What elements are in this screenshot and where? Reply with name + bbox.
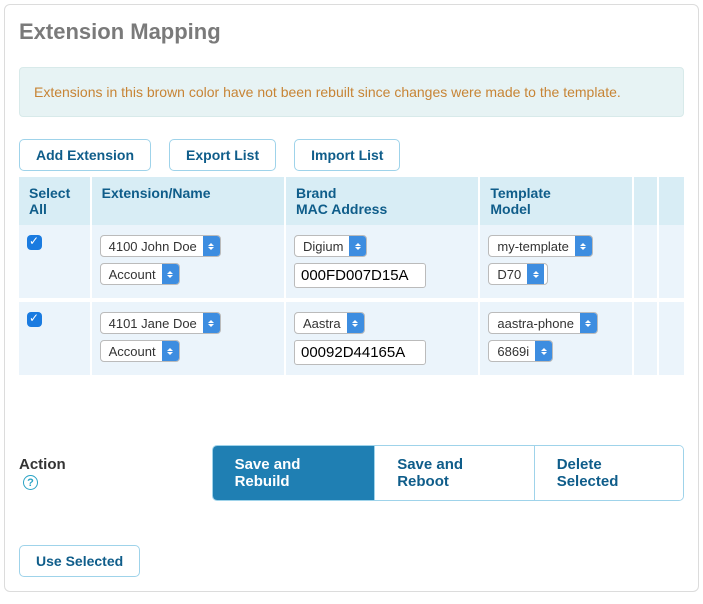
col-brand-label: Brand: [296, 185, 336, 201]
brand-select[interactable]: Digium: [294, 235, 367, 257]
col-select-label: Select All: [29, 185, 70, 217]
add-extension-button[interactable]: Add Extension: [19, 139, 151, 171]
col-spacer-1: [633, 177, 659, 225]
col-ext-label: Extension/Name: [102, 185, 211, 201]
action-row: Action ? Save and Rebuild Save and Reboo…: [19, 445, 684, 501]
save-and-rebuild-button[interactable]: Save and Rebuild: [213, 446, 376, 500]
account-value: Account: [101, 267, 162, 282]
brand-select[interactable]: Aastra: [294, 312, 365, 334]
extension-value: 4100 John Doe: [101, 239, 203, 254]
mac-address-input[interactable]: [294, 263, 426, 288]
mac-address-input[interactable]: [294, 340, 426, 365]
col-select-all[interactable]: Select All: [19, 177, 91, 225]
chevron-updown-icon: [347, 313, 364, 333]
model-value: 6869i: [489, 344, 535, 359]
footer: Use Selected: [19, 545, 684, 577]
account-select[interactable]: Account: [100, 263, 180, 285]
brand-value: Digium: [295, 239, 349, 254]
toolbar: Add Extension Export List Import List: [19, 139, 684, 171]
chevron-updown-icon: [575, 236, 592, 256]
template-value: aastra-phone: [489, 316, 580, 331]
page-title: Extension Mapping: [19, 19, 684, 45]
col-extension[interactable]: Extension/Name: [91, 177, 285, 225]
col-spacer-2: [658, 177, 684, 225]
action-segment: Save and Rebuild Save and Reboot Delete …: [212, 445, 684, 501]
action-label-wrap: Action ?: [19, 456, 86, 491]
account-select[interactable]: Account: [100, 340, 180, 362]
template-select[interactable]: aastra-phone: [488, 312, 598, 334]
chevron-updown-icon: [527, 264, 544, 284]
extension-table: Select All Extension/Name Brand MAC Addr…: [19, 177, 684, 375]
model-value: D70: [489, 267, 527, 282]
brand-value: Aastra: [295, 316, 347, 331]
extension-select[interactable]: 4100 John Doe: [100, 235, 221, 257]
col-template-label: Template: [490, 185, 550, 201]
chevron-updown-icon: [203, 236, 220, 256]
model-select[interactable]: D70: [488, 263, 548, 285]
chevron-updown-icon: [203, 313, 220, 333]
chevron-updown-icon: [162, 264, 179, 284]
extension-select[interactable]: 4101 Jane Doe: [100, 312, 221, 334]
extension-mapping-panel: Extension Mapping Extensions in this bro…: [4, 4, 699, 592]
rebuild-notice: Extensions in this brown color have not …: [19, 67, 684, 117]
col-model-label: Model: [490, 201, 530, 217]
delete-selected-button[interactable]: Delete Selected: [535, 446, 683, 500]
extension-value: 4101 Jane Doe: [101, 316, 203, 331]
account-value: Account: [101, 344, 162, 359]
row-checkbox[interactable]: [27, 235, 42, 250]
export-list-button[interactable]: Export List: [169, 139, 276, 171]
import-list-button[interactable]: Import List: [294, 139, 400, 171]
action-label: Action: [19, 456, 66, 473]
chevron-updown-icon: [349, 236, 366, 256]
template-select[interactable]: my-template: [488, 235, 593, 257]
help-icon[interactable]: ?: [23, 475, 38, 490]
save-and-reboot-button[interactable]: Save and Reboot: [375, 446, 534, 500]
col-brand-mac[interactable]: Brand MAC Address: [285, 177, 479, 225]
row-checkbox[interactable]: [27, 312, 42, 327]
table-row: 4101 Jane Doe Account Aastra: [19, 300, 684, 375]
table-row: 4100 John Doe Account Digium: [19, 225, 684, 300]
model-select[interactable]: 6869i: [488, 340, 553, 362]
use-selected-button[interactable]: Use Selected: [19, 545, 140, 577]
template-value: my-template: [489, 239, 575, 254]
chevron-updown-icon: [162, 341, 179, 361]
chevron-updown-icon: [535, 341, 552, 361]
chevron-updown-icon: [580, 313, 597, 333]
col-template-model[interactable]: Template Model: [479, 177, 632, 225]
col-mac-label: MAC Address: [296, 201, 387, 217]
